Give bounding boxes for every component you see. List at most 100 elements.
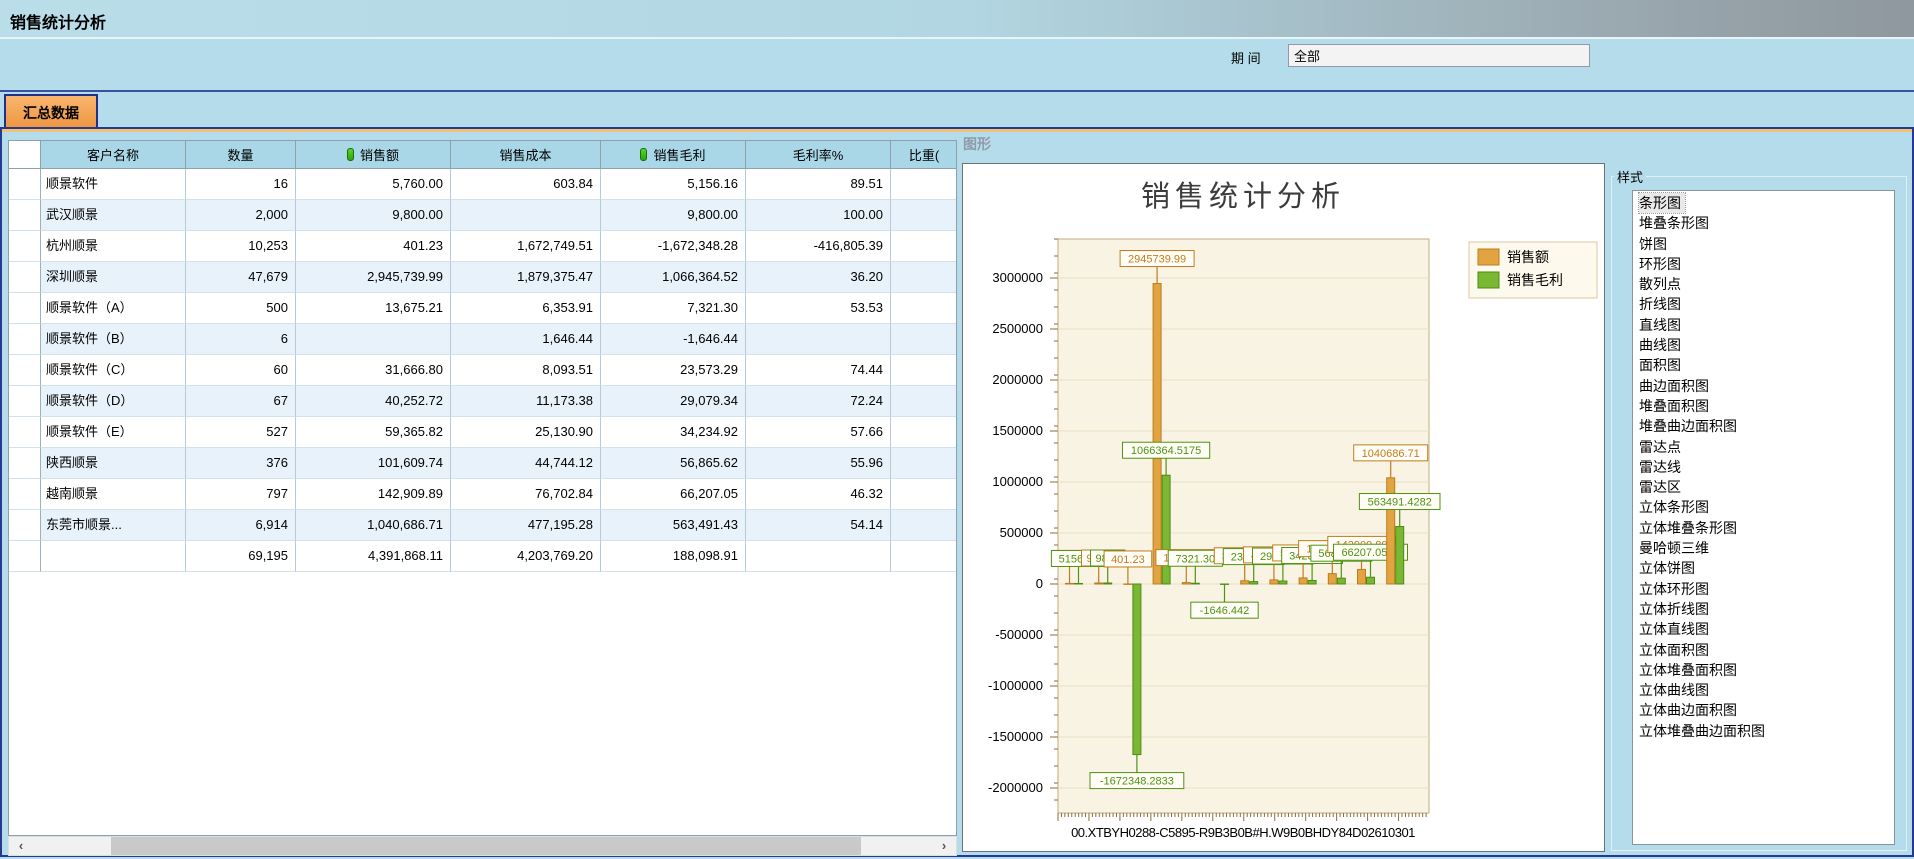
tab-strip-divider [0, 90, 1914, 92]
style-option[interactable]: 堆叠条形图 [1639, 213, 1713, 233]
column-header[interactable]: 销售成本 [451, 141, 601, 169]
style-option[interactable]: 立体面积图 [1639, 640, 1713, 660]
table-row[interactable]: 武汉顺景2,0009,800.009,800.00100.00 [9, 200, 956, 231]
cell: 6 [186, 324, 296, 355]
column-header[interactable]: 销售毛利 [601, 141, 746, 169]
cell: 2,945,739.99 [296, 262, 451, 293]
green-indicator-icon [640, 148, 647, 161]
tab-summary-data[interactable]: 汇总数据 [4, 94, 98, 128]
cell: 29,079.34 [601, 386, 746, 417]
style-option[interactable]: 立体曲边面积图 [1639, 700, 1741, 720]
table-row[interactable]: 69,1954,391,868.114,203,769.20188,098.91 [9, 541, 956, 572]
row-indicator-cell [9, 169, 41, 200]
style-option[interactable]: 散列点 [1639, 274, 1685, 294]
style-option[interactable]: 直线图 [1639, 315, 1685, 335]
svg-text:1066364.5175: 1066364.5175 [1131, 445, 1201, 457]
style-option[interactable]: 环形图 [1639, 254, 1685, 274]
style-option[interactable]: 堆叠曲边面积图 [1639, 416, 1741, 436]
style-option[interactable]: 曲边面积图 [1639, 376, 1713, 396]
style-option[interactable]: 立体饼图 [1639, 558, 1699, 578]
cell: 477,195.28 [451, 510, 601, 541]
cell [891, 231, 957, 262]
table-row[interactable]: 顺景软件（B）61,646.44-1,646.44 [9, 324, 956, 355]
cell: 16 [186, 169, 296, 200]
svg-text:3000000: 3000000 [992, 270, 1043, 285]
style-option[interactable]: 曲线图 [1639, 335, 1685, 355]
column-header[interactable]: 比重( [891, 141, 957, 169]
style-option[interactable]: 立体折线图 [1639, 599, 1713, 619]
horizontal-scrollbar[interactable]: ‹ › [8, 836, 957, 856]
cell: 527 [186, 417, 296, 448]
period-input[interactable] [1288, 44, 1590, 67]
table-row[interactable]: 东莞市顺景...6,9141,040,686.71477,195.28563,4… [9, 510, 956, 541]
svg-text:销售毛利: 销售毛利 [1507, 272, 1563, 288]
cell: 46.32 [746, 479, 891, 510]
table-row[interactable]: 顺景软件（E）52759,365.8225,130.9034,234.9257.… [9, 417, 956, 448]
cell: -1,672,348.28 [601, 231, 746, 262]
cell [891, 479, 957, 510]
table-row[interactable]: 顺景软件（A）50013,675.216,353.917,321.3053.53 [9, 293, 956, 324]
table-row[interactable]: 顺景软件165,760.00603.845,156.1689.51 [9, 169, 956, 200]
style-option[interactable]: 条形图 [1639, 193, 1685, 213]
cell: 72.24 [746, 386, 891, 417]
title-bar [0, 0, 1914, 39]
style-option[interactable]: 雷达区 [1639, 477, 1685, 497]
style-option[interactable]: 立体曲线图 [1639, 680, 1713, 700]
style-option[interactable]: 曼哈顿三维 [1639, 538, 1713, 558]
cell [891, 510, 957, 541]
table-row[interactable]: 杭州顺景10,253401.231,672,749.51-1,672,348.2… [9, 231, 956, 262]
cell: 5,156.16 [601, 169, 746, 200]
style-option[interactable]: 立体条形图 [1639, 497, 1713, 517]
style-option[interactable]: 面积图 [1639, 355, 1685, 375]
cell: 89.51 [746, 169, 891, 200]
cell: 杭州顺景 [41, 231, 186, 262]
cell: 东莞市顺景... [41, 510, 186, 541]
table-row[interactable]: 深圳顺景47,6792,945,739.991,879,375.471,066,… [9, 262, 956, 293]
table-row[interactable]: 顺景软件（C）6031,666.808,093.5123,573.2974.44 [9, 355, 956, 386]
cell: 401.23 [296, 231, 451, 262]
svg-text:销售统计分析: 销售统计分析 [1141, 179, 1345, 213]
row-indicator-cell [9, 324, 41, 355]
cell: 顺景软件（B） [41, 324, 186, 355]
cell: 25,130.90 [451, 417, 601, 448]
row-indicator-cell [9, 479, 41, 510]
style-option[interactable]: 折线图 [1639, 294, 1685, 314]
column-header[interactable]: 销售额 [296, 141, 451, 169]
svg-text:-1000000: -1000000 [988, 678, 1043, 693]
scroll-left-arrow-icon[interactable]: ‹ [9, 837, 33, 855]
cell [891, 386, 957, 417]
table-row[interactable]: 顺景软件（D）6740,252.7211,173.3829,079.3472.2… [9, 386, 956, 417]
cell [891, 448, 957, 479]
content-top-accent [2, 129, 1912, 132]
svg-text:2945739.99: 2945739.99 [1128, 254, 1186, 266]
chart-panel-caption: 图形 [963, 134, 991, 154]
svg-text:2000000: 2000000 [992, 372, 1043, 387]
style-option[interactable]: 雷达线 [1639, 457, 1685, 477]
style-option[interactable]: 立体直线图 [1639, 619, 1713, 639]
column-header[interactable]: 客户名称 [41, 141, 186, 169]
style-option[interactable]: 堆叠面积图 [1639, 396, 1713, 416]
svg-text:0: 0 [1036, 576, 1043, 591]
cell: 500 [186, 293, 296, 324]
svg-text:1500000: 1500000 [992, 423, 1043, 438]
svg-text:销售额: 销售额 [1507, 249, 1549, 265]
scroll-right-arrow-icon[interactable]: › [932, 837, 956, 855]
style-option[interactable]: 立体堆叠曲边面积图 [1639, 721, 1769, 741]
cell: 59,365.82 [296, 417, 451, 448]
style-option[interactable]: 饼图 [1639, 234, 1671, 254]
table-row[interactable]: 陕西顺景376101,609.7444,744.1256,865.6255.96 [9, 448, 956, 479]
chart-style-listbox[interactable]: 条形图堆叠条形图饼图环形图散列点折线图直线图曲线图面积图曲边面积图堆叠面积图堆叠… [1632, 190, 1895, 845]
style-option[interactable]: 立体堆叠条形图 [1639, 518, 1741, 538]
column-header[interactable]: 数量 [186, 141, 296, 169]
scrollbar-thumb[interactable] [111, 837, 861, 855]
style-option[interactable]: 雷达点 [1639, 437, 1685, 457]
svg-text:401.23: 401.23 [1111, 554, 1145, 566]
style-option[interactable]: 立体堆叠面积图 [1639, 660, 1741, 680]
cell: 376 [186, 448, 296, 479]
style-option[interactable]: 立体环形图 [1639, 579, 1713, 599]
table-row[interactable]: 越南顺景797142,909.8976,702.8466,207.0546.32 [9, 479, 956, 510]
column-header[interactable]: 毛利率% [746, 141, 891, 169]
cell [891, 324, 957, 355]
grid-header-row: 客户名称数量销售额销售成本销售毛利毛利率%比重( [9, 141, 956, 169]
cell: 100.00 [746, 200, 891, 231]
